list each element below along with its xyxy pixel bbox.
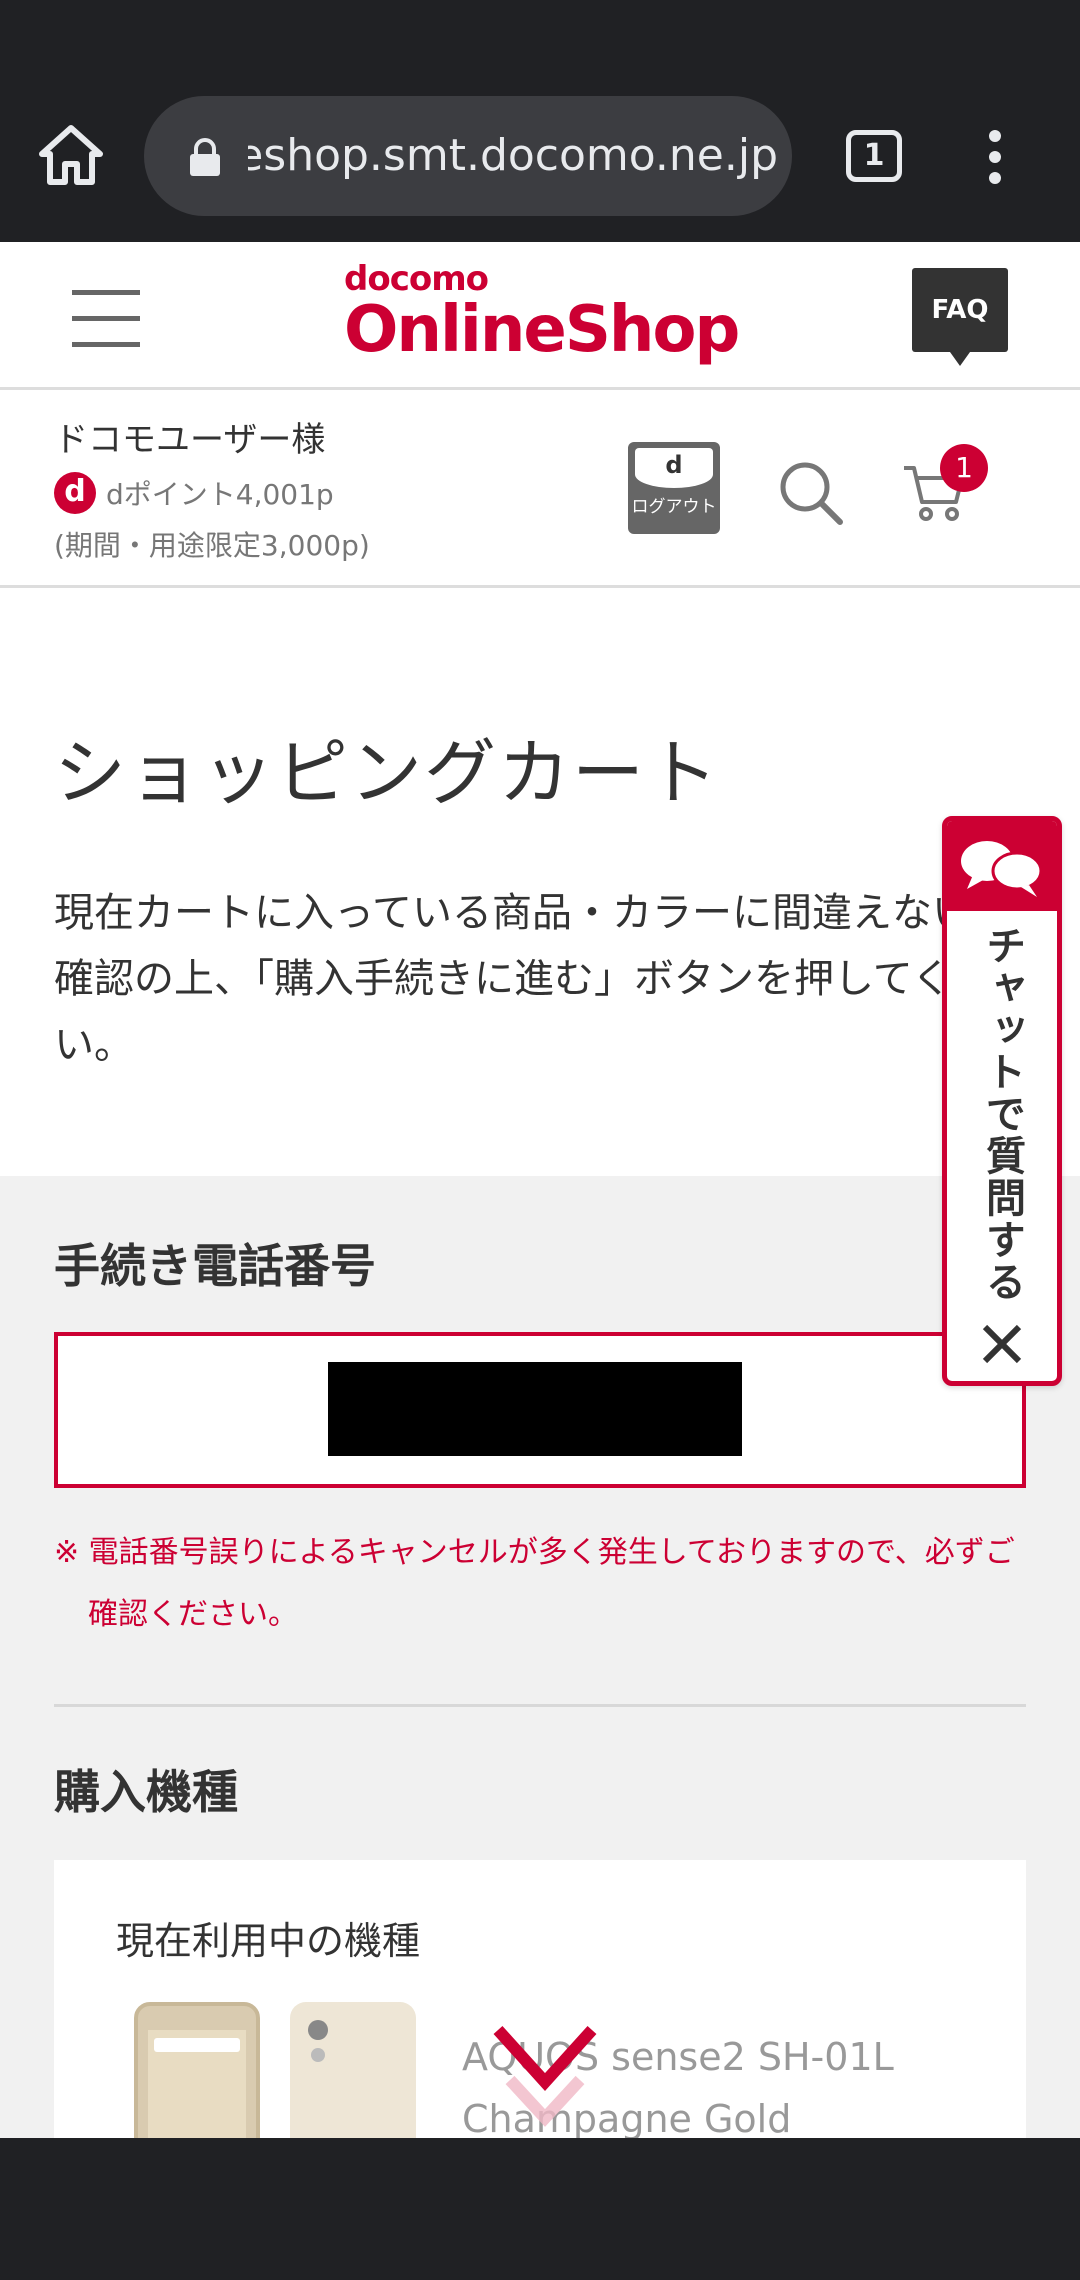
redacted-phone-number <box>328 1362 742 1456</box>
lock-icon <box>190 138 220 176</box>
dpoint-balance: dポイント4,001p <box>106 478 334 511</box>
tabs-icon[interactable]: 1 <box>846 130 902 182</box>
dpoint-icon: d <box>54 472 96 514</box>
chat-widget[interactable]: チャットで質問する <box>942 816 1062 1386</box>
device-card-title: 現在利用中の機種 <box>116 1919 421 1963</box>
chevron-down-icon[interactable] <box>490 2020 600 2130</box>
divider <box>54 1704 1026 1707</box>
logo-small-text: docomo <box>344 259 489 299</box>
faq-button[interactable]: FAQ <box>912 268 1008 366</box>
user-name: ドコモユーザー様 <box>54 420 326 460</box>
dpoint-row: d dポイント4,001p <box>54 470 334 516</box>
close-icon[interactable] <box>979 1321 1025 1367</box>
docomo-online-shop-logo[interactable]: docomo OnlineShop <box>344 259 740 372</box>
chat-header <box>947 821 1057 911</box>
faq-label: FAQ <box>931 295 989 325</box>
logo-big-text: OnlineShop <box>344 293 740 367</box>
logout-d-icon: d <box>635 448 713 488</box>
phone-warning-note: ※ 電話番号誤りによるキャンセルが多く発生しておりますので、必ずご確認ください。 <box>54 1535 1015 1632</box>
phone-section-title: 手続き電話番号 <box>54 1239 376 1293</box>
status-bar <box>0 0 1080 84</box>
page-title: ショッピングカート <box>54 731 721 815</box>
limited-points: (期間・用途限定3,000p) <box>54 529 370 562</box>
system-navigation-bar <box>0 2138 1080 2280</box>
cart-count-badge: 1 <box>940 444 988 492</box>
logout-label: ログアウト <box>631 497 717 517</box>
address-bar[interactable]: eshop.smt.docomo.ne.jp <box>144 96 792 216</box>
home-icon[interactable] <box>36 120 106 190</box>
cart-section: 手続き電話番号 ※ 電話番号誤りによるキャンセルが多く発生しておりますので、必ず… <box>0 1176 1080 2182</box>
browser-toolbar: eshop.smt.docomo.ne.jp 1 <box>0 84 1080 242</box>
chat-label: チャットで質問する <box>979 925 1025 1303</box>
search-icon[interactable] <box>776 458 846 528</box>
device-section-title: 購入機種 <box>54 1765 238 1819</box>
intro-text: 現在カートに入っている商品・カラーに間違えないかご確認の上、「購入手続きに進む」… <box>54 890 1052 1068</box>
more-vert-icon[interactable] <box>980 130 1010 186</box>
hamburger-icon[interactable] <box>72 290 140 347</box>
user-bar: ドコモユーザー様 d dポイント4,001p (期間・用途限定3,000p) d… <box>0 392 1080 588</box>
url-text: eshop.smt.docomo.ne.jp <box>248 130 778 181</box>
phone-number-box <box>54 1332 1026 1488</box>
chat-bubbles-icon <box>961 841 1043 897</box>
logout-button[interactable]: d ログアウト <box>628 442 720 534</box>
site-header: docomo OnlineShop FAQ <box>0 242 1080 390</box>
